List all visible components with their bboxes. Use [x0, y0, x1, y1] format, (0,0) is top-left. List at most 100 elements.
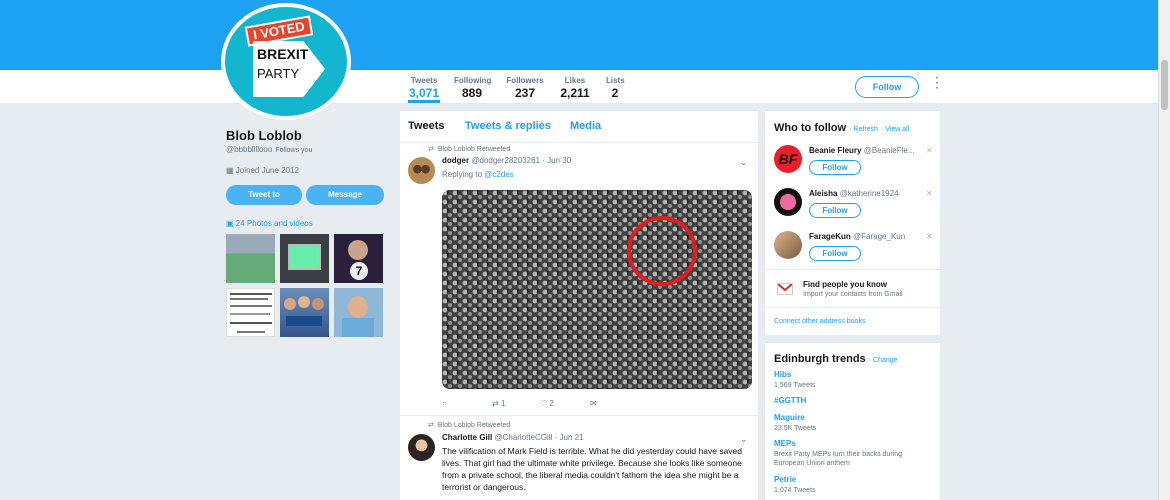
stat-lists[interactable]: Lists 2 — [606, 76, 625, 100]
find-people-title[interactable]: Find people you know — [803, 280, 887, 289]
text-line — [237, 331, 265, 333]
placard-shape — [286, 316, 322, 326]
tweet[interactable]: ⇄ Blob Loblob Retweeted Charlotte Gill @C… — [400, 417, 758, 500]
tweet-author-name[interactable]: Charlotte Gill — [442, 433, 492, 442]
photos-label: 24 Photos and videos — [235, 219, 313, 228]
media-thumbnail[interactable] — [334, 288, 383, 337]
stat-label: Following — [454, 76, 492, 85]
tweet-actions: ○ ⇄ 1 ♡ 2 ✉ — [442, 399, 752, 411]
panel-title-text: Edinburgh trends — [774, 353, 866, 365]
tweet-header: dodger @dodger28203261 · Jun 30 — [442, 156, 571, 165]
joined-date: ▦ Joined June 2012 — [226, 166, 299, 175]
follows-you-badge: Follows you — [275, 147, 313, 154]
chevron-down-icon[interactable]: ⌄ — [740, 434, 748, 445]
refresh-link[interactable]: · Refresh — [849, 126, 878, 133]
retweet-icon: ⇄ — [428, 146, 434, 153]
tweet-header: Charlotte Gill @CharlotteCGill · Jun 21 — [442, 433, 584, 442]
tab-tweets-replies[interactable]: Tweets & replies — [465, 120, 551, 132]
retweet-context: ⇄ Blob Loblob Retweeted — [428, 145, 510, 153]
stat-likes[interactable]: Likes 2,211 — [560, 76, 590, 100]
stat-followers[interactable]: Followers 237 — [506, 76, 544, 100]
retweet-button[interactable]: ⇄ 1 — [492, 399, 505, 408]
suggested-avatar[interactable] — [774, 231, 802, 259]
envelope-icon[interactable]: ✉ — [590, 399, 597, 408]
chevron-down-icon[interactable]: ⌄ — [740, 157, 748, 168]
media-thumbnail[interactable] — [226, 234, 275, 283]
replying-prefix: Replying to — [442, 170, 483, 179]
photo-icon: ▣ — [226, 219, 234, 228]
scrollbar-thumb[interactable] — [1161, 60, 1168, 110]
number-badge: 7 — [350, 262, 368, 280]
text-line — [230, 322, 272, 324]
avatar-line1: BREXIT — [257, 46, 309, 62]
reply-icon[interactable]: ○ — [442, 399, 447, 408]
retweet-context-text: Blob Loblob Retweeted — [437, 146, 511, 153]
tweet-to-button[interactable]: Tweet to — [226, 185, 302, 205]
stat-value: 3,071 — [408, 86, 440, 100]
trend-item[interactable]: Maguire — [774, 413, 805, 422]
divider — [765, 307, 940, 308]
close-icon[interactable]: ✕ — [926, 232, 933, 241]
view-all-link[interactable]: · View all — [881, 126, 909, 133]
tweet-author-name[interactable]: dodger — [442, 156, 469, 165]
suggested-account-name[interactable]: Aleisha @katherine1924 — [809, 189, 899, 198]
text-line — [230, 293, 272, 295]
follow-suggested-button[interactable]: Follow — [809, 160, 861, 175]
account-handle: @katherine1924 — [839, 189, 899, 198]
tab-media[interactable]: Media — [570, 120, 601, 132]
like-button[interactable]: ♡ 2 — [540, 399, 554, 408]
tweet-date[interactable]: · Jun 30 — [542, 156, 571, 165]
trend-item[interactable]: #GGTTH — [774, 396, 806, 405]
who-to-follow-title: Who to follow · Refresh · View all — [774, 122, 909, 134]
stat-value: 2 — [611, 86, 619, 100]
scrollbar[interactable] — [1158, 0, 1170, 500]
tweet-date[interactable]: · Jun 21 — [555, 433, 584, 442]
suggested-account-name[interactable]: Beanie Fleury @BeanieFle... — [809, 146, 915, 155]
follow-button[interactable]: Follow — [855, 76, 919, 98]
tweet-avatar[interactable] — [408, 434, 435, 461]
follow-suggested-button[interactable]: Follow — [809, 246, 861, 261]
media-thumbnail[interactable] — [280, 288, 329, 337]
media-thumbnail[interactable] — [280, 234, 329, 283]
tab-tweets[interactable]: Tweets — [408, 120, 444, 132]
timeline-tabs: Tweets Tweets & replies Media — [400, 111, 758, 143]
trend-item[interactable]: Petrie — [774, 475, 796, 484]
replying-to: Replying to @c2des — [442, 170, 514, 179]
trend-item[interactable]: MEPs — [774, 439, 796, 448]
profile-avatar[interactable]: I VOTED BREXIT PARTY — [221, 3, 351, 120]
stat-tweets[interactable]: Tweets 3,071 — [408, 76, 440, 100]
panel-title-text: Who to follow — [774, 122, 847, 134]
close-icon[interactable]: ✕ — [926, 189, 933, 198]
retweet-context-text: Blob Loblob Retweeted — [437, 422, 511, 429]
change-link[interactable]: · Change — [869, 357, 898, 364]
media-thumbnail[interactable]: 7 — [334, 234, 383, 283]
trend-tweet-count: 1,074 Tweets — [774, 487, 816, 494]
media-thumbnail[interactable] — [226, 288, 275, 337]
tweet-author-handle: @CharlotteCGill — [494, 433, 553, 442]
envelope-shape — [777, 283, 793, 292]
tweet[interactable]: ⇄ Blob Loblob Retweeted dodger @dodger282… — [400, 143, 758, 416]
stat-label: Tweets — [410, 76, 438, 85]
suggested-avatar[interactable]: BF — [774, 145, 802, 173]
more-options-icon[interactable]: ⋮ — [930, 75, 944, 89]
close-icon[interactable]: ✕ — [926, 146, 933, 155]
tweet-avatar[interactable] — [408, 157, 435, 184]
profile-name[interactable]: Blob Loblob — [226, 128, 302, 143]
handle-text: @bbbbllllooo — [226, 145, 273, 154]
suggested-account-name[interactable]: FarageKun @Farage_Kun — [809, 232, 905, 241]
follow-suggested-button[interactable]: Follow — [809, 203, 861, 218]
trend-tweet-count: 1,569 Tweets — [774, 382, 816, 389]
tweet-image[interactable] — [442, 190, 752, 389]
stat-following[interactable]: Following 889 — [454, 76, 492, 100]
message-button[interactable]: Message — [306, 185, 384, 205]
retweet-icon: ⇄ — [492, 399, 499, 408]
suggested-avatar[interactable] — [774, 188, 802, 216]
face-shape — [348, 240, 368, 260]
trend-item[interactable]: Hibs — [774, 370, 791, 379]
heart-icon: ♡ — [540, 399, 548, 408]
stat-value: 237 — [514, 86, 536, 100]
replying-to-link[interactable]: @c2des — [484, 170, 513, 179]
find-people-subtitle: Import your contacts from Gmail — [803, 291, 903, 298]
connect-address-books-link[interactable]: Connect other address books — [774, 318, 865, 325]
photos-videos-link[interactable]: ▣ 24 Photos and videos — [226, 219, 313, 228]
